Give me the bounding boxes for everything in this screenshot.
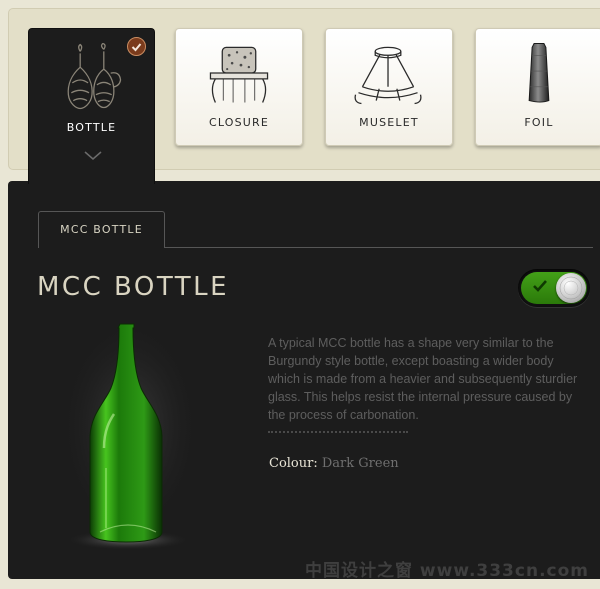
foil-icon: [528, 42, 550, 103]
subtab-mcc-bottle[interactable]: MCC BOTTLE: [38, 211, 165, 248]
bottle-image: [60, 323, 200, 550]
tab-muselet-label: MUSELET: [359, 116, 419, 129]
selected-check-icon: [127, 37, 146, 56]
toggle-knob: [556, 273, 586, 303]
tab-muselet[interactable]: MUSELET: [325, 28, 453, 146]
product-description: A typical MCC bottle has a shape very si…: [268, 336, 578, 422]
colour-value: Dark Green: [321, 456, 399, 471]
select-toggle[interactable]: [518, 269, 590, 307]
chevron-down-icon: [84, 151, 102, 160]
colour-row: Colour: Dark Green: [269, 456, 399, 471]
tab-closure-label: CLOSURE: [208, 116, 270, 129]
tab-closure[interactable]: CLOSURE: [175, 28, 303, 146]
check-icon: [533, 280, 547, 292]
tab-foil-label: FOIL: [524, 116, 554, 129]
product-title: MCC BOTTLE: [37, 272, 230, 302]
colour-label: Colour:: [269, 456, 318, 471]
tab-foil[interactable]: FOIL: [475, 28, 600, 146]
tab-bottle-label: BOTTLE: [66, 121, 117, 134]
watermark: 中国设计之窗 www.333cn.com: [305, 561, 589, 581]
cork-icon: [209, 46, 269, 103]
subtab-mcc-bottle-label: MCC BOTTLE: [60, 223, 143, 236]
muselet-icon: [354, 46, 422, 105]
dotted-divider: [268, 431, 408, 433]
tab-bottle[interactable]: BOTTLE: [28, 28, 155, 184]
